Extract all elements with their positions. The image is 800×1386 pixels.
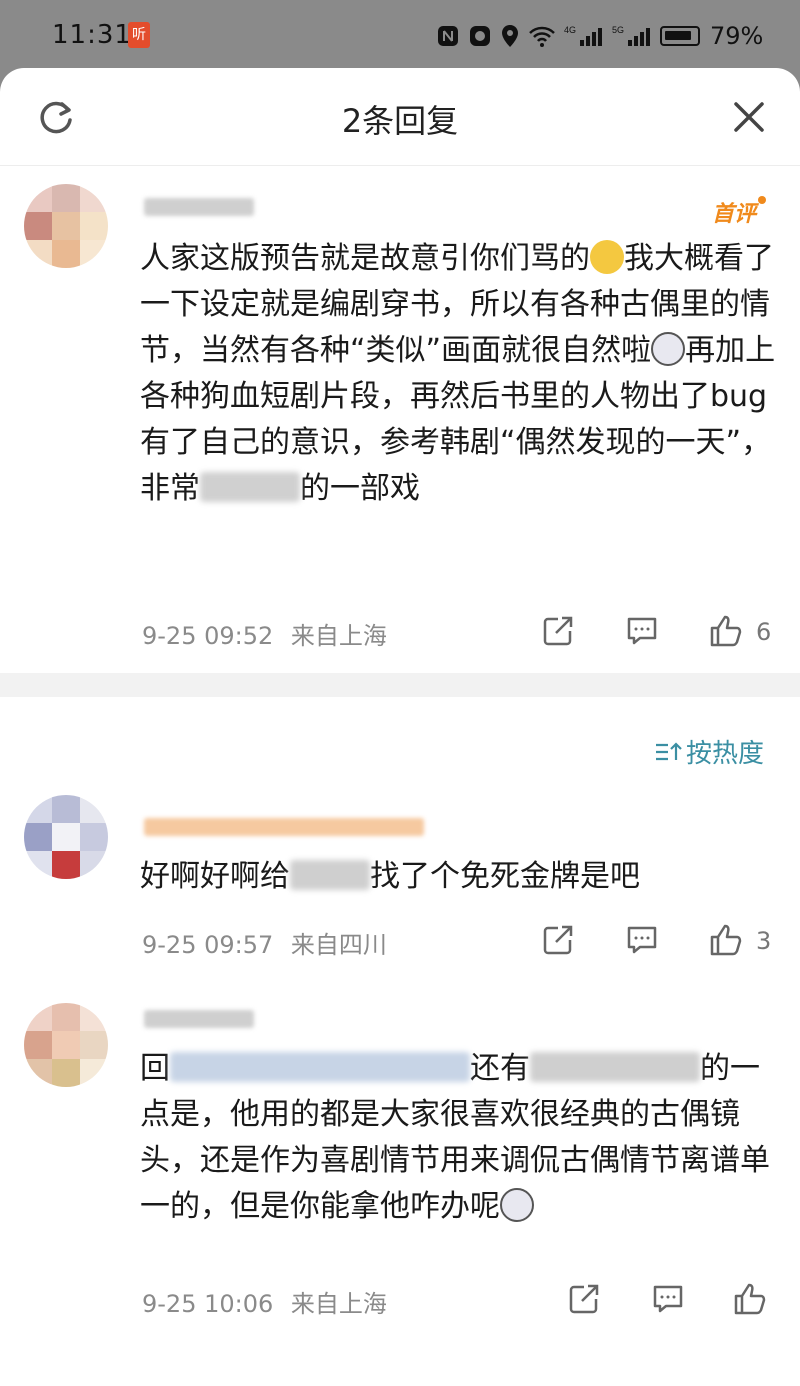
location: 来自上海 — [290, 1290, 387, 1318]
timestamp: 9-25 09:52 — [142, 622, 274, 650]
like-count: 6 — [756, 618, 772, 646]
comment-icon[interactable] — [624, 613, 660, 649]
comment-icon[interactable] — [624, 922, 660, 958]
like-icon[interactable] — [708, 922, 744, 958]
location-icon — [502, 25, 518, 47]
redacted-text — [200, 472, 300, 502]
share-icon[interactable] — [566, 1281, 602, 1317]
smirk-emoji-icon — [590, 240, 624, 274]
main-comment-meta: 9-25 09:52 来自上海 — [142, 616, 387, 651]
nfc-icon — [438, 26, 458, 46]
main-comment: 首评 人家这版预告就是故意引你们骂的 我大概看了一下设定就是编剧穿书，所以有各种古… — [0, 166, 800, 671]
timestamp: 9-25 10:06 — [142, 1290, 274, 1318]
sort-icon — [656, 741, 682, 760]
like-icon[interactable] — [708, 613, 744, 649]
reply2-text: 回还有 的一点是，他用的都是大家很喜欢很经典的古偶镜头，还是作为喜剧情节用来调侃古… — [140, 1051, 770, 1224]
reply2-username-redacted[interactable] — [144, 1010, 254, 1028]
shocked-emoji-icon — [651, 332, 686, 366]
status-bar: 11:31 听 4G 5G 79% — [0, 0, 800, 68]
reply-sheet: 2条回复 首评 人家这版预告就是故意引你们骂的 我大概看了一下设定就是编剧穿书，所… — [0, 68, 800, 1386]
sheet-header: 2条回复 — [0, 68, 800, 166]
battery-percent: 79% — [710, 22, 764, 50]
reply1-text: 好啊好啊给 找了个免死金牌是吧 — [140, 859, 640, 894]
reply1-meta: 9-25 09:57 来自四川 — [142, 925, 387, 960]
signal-5g-icon: 5G — [612, 25, 650, 46]
like-count: 3 — [756, 927, 772, 955]
sort-by-hot-button[interactable]: 按热度 — [654, 733, 764, 770]
redacted-text — [530, 1052, 700, 1082]
status-icons: 4G 5G 79% — [436, 22, 763, 50]
avatar[interactable] — [24, 184, 108, 268]
reply2-avatar[interactable] — [24, 1003, 108, 1087]
status-time: 11:31 — [52, 20, 132, 50]
like-icon[interactable] — [732, 1281, 768, 1317]
first-comment-badge: 首评 — [712, 196, 767, 228]
reply2-meta: 9-25 10:06 来自上海 — [142, 1284, 387, 1319]
redacted-text — [170, 1052, 470, 1082]
status-app-badge: 听 — [128, 22, 150, 48]
reply1-username-redacted[interactable] — [144, 818, 424, 836]
mute-icon — [470, 26, 490, 46]
shocked-emoji-icon — [500, 1188, 534, 1222]
battery-icon — [660, 26, 700, 46]
location: 来自四川 — [290, 931, 387, 959]
reply1-avatar[interactable] — [24, 795, 108, 879]
close-icon[interactable] — [728, 96, 770, 138]
share-icon[interactable] — [540, 613, 576, 649]
svg-text:5G: 5G — [612, 25, 624, 35]
share-icon[interactable] — [540, 922, 576, 958]
wifi-icon — [529, 26, 555, 47]
location: 来自上海 — [290, 622, 387, 650]
page-title: 2条回复 — [341, 102, 459, 140]
svg-text:4G: 4G — [564, 25, 576, 35]
timestamp: 9-25 09:57 — [142, 931, 274, 959]
section-divider — [0, 673, 800, 697]
signal-4g-icon: 4G — [564, 25, 602, 46]
sort-label: 按热度 — [686, 739, 765, 769]
username-redacted[interactable] — [144, 198, 254, 216]
redacted-text — [290, 860, 370, 890]
comment-text: 人家这版预告就是故意引你们骂的 我大概看了一下设定就是编剧穿书，所以有各种古偶里的… — [140, 240, 776, 506]
comment-icon[interactable] — [650, 1281, 686, 1317]
